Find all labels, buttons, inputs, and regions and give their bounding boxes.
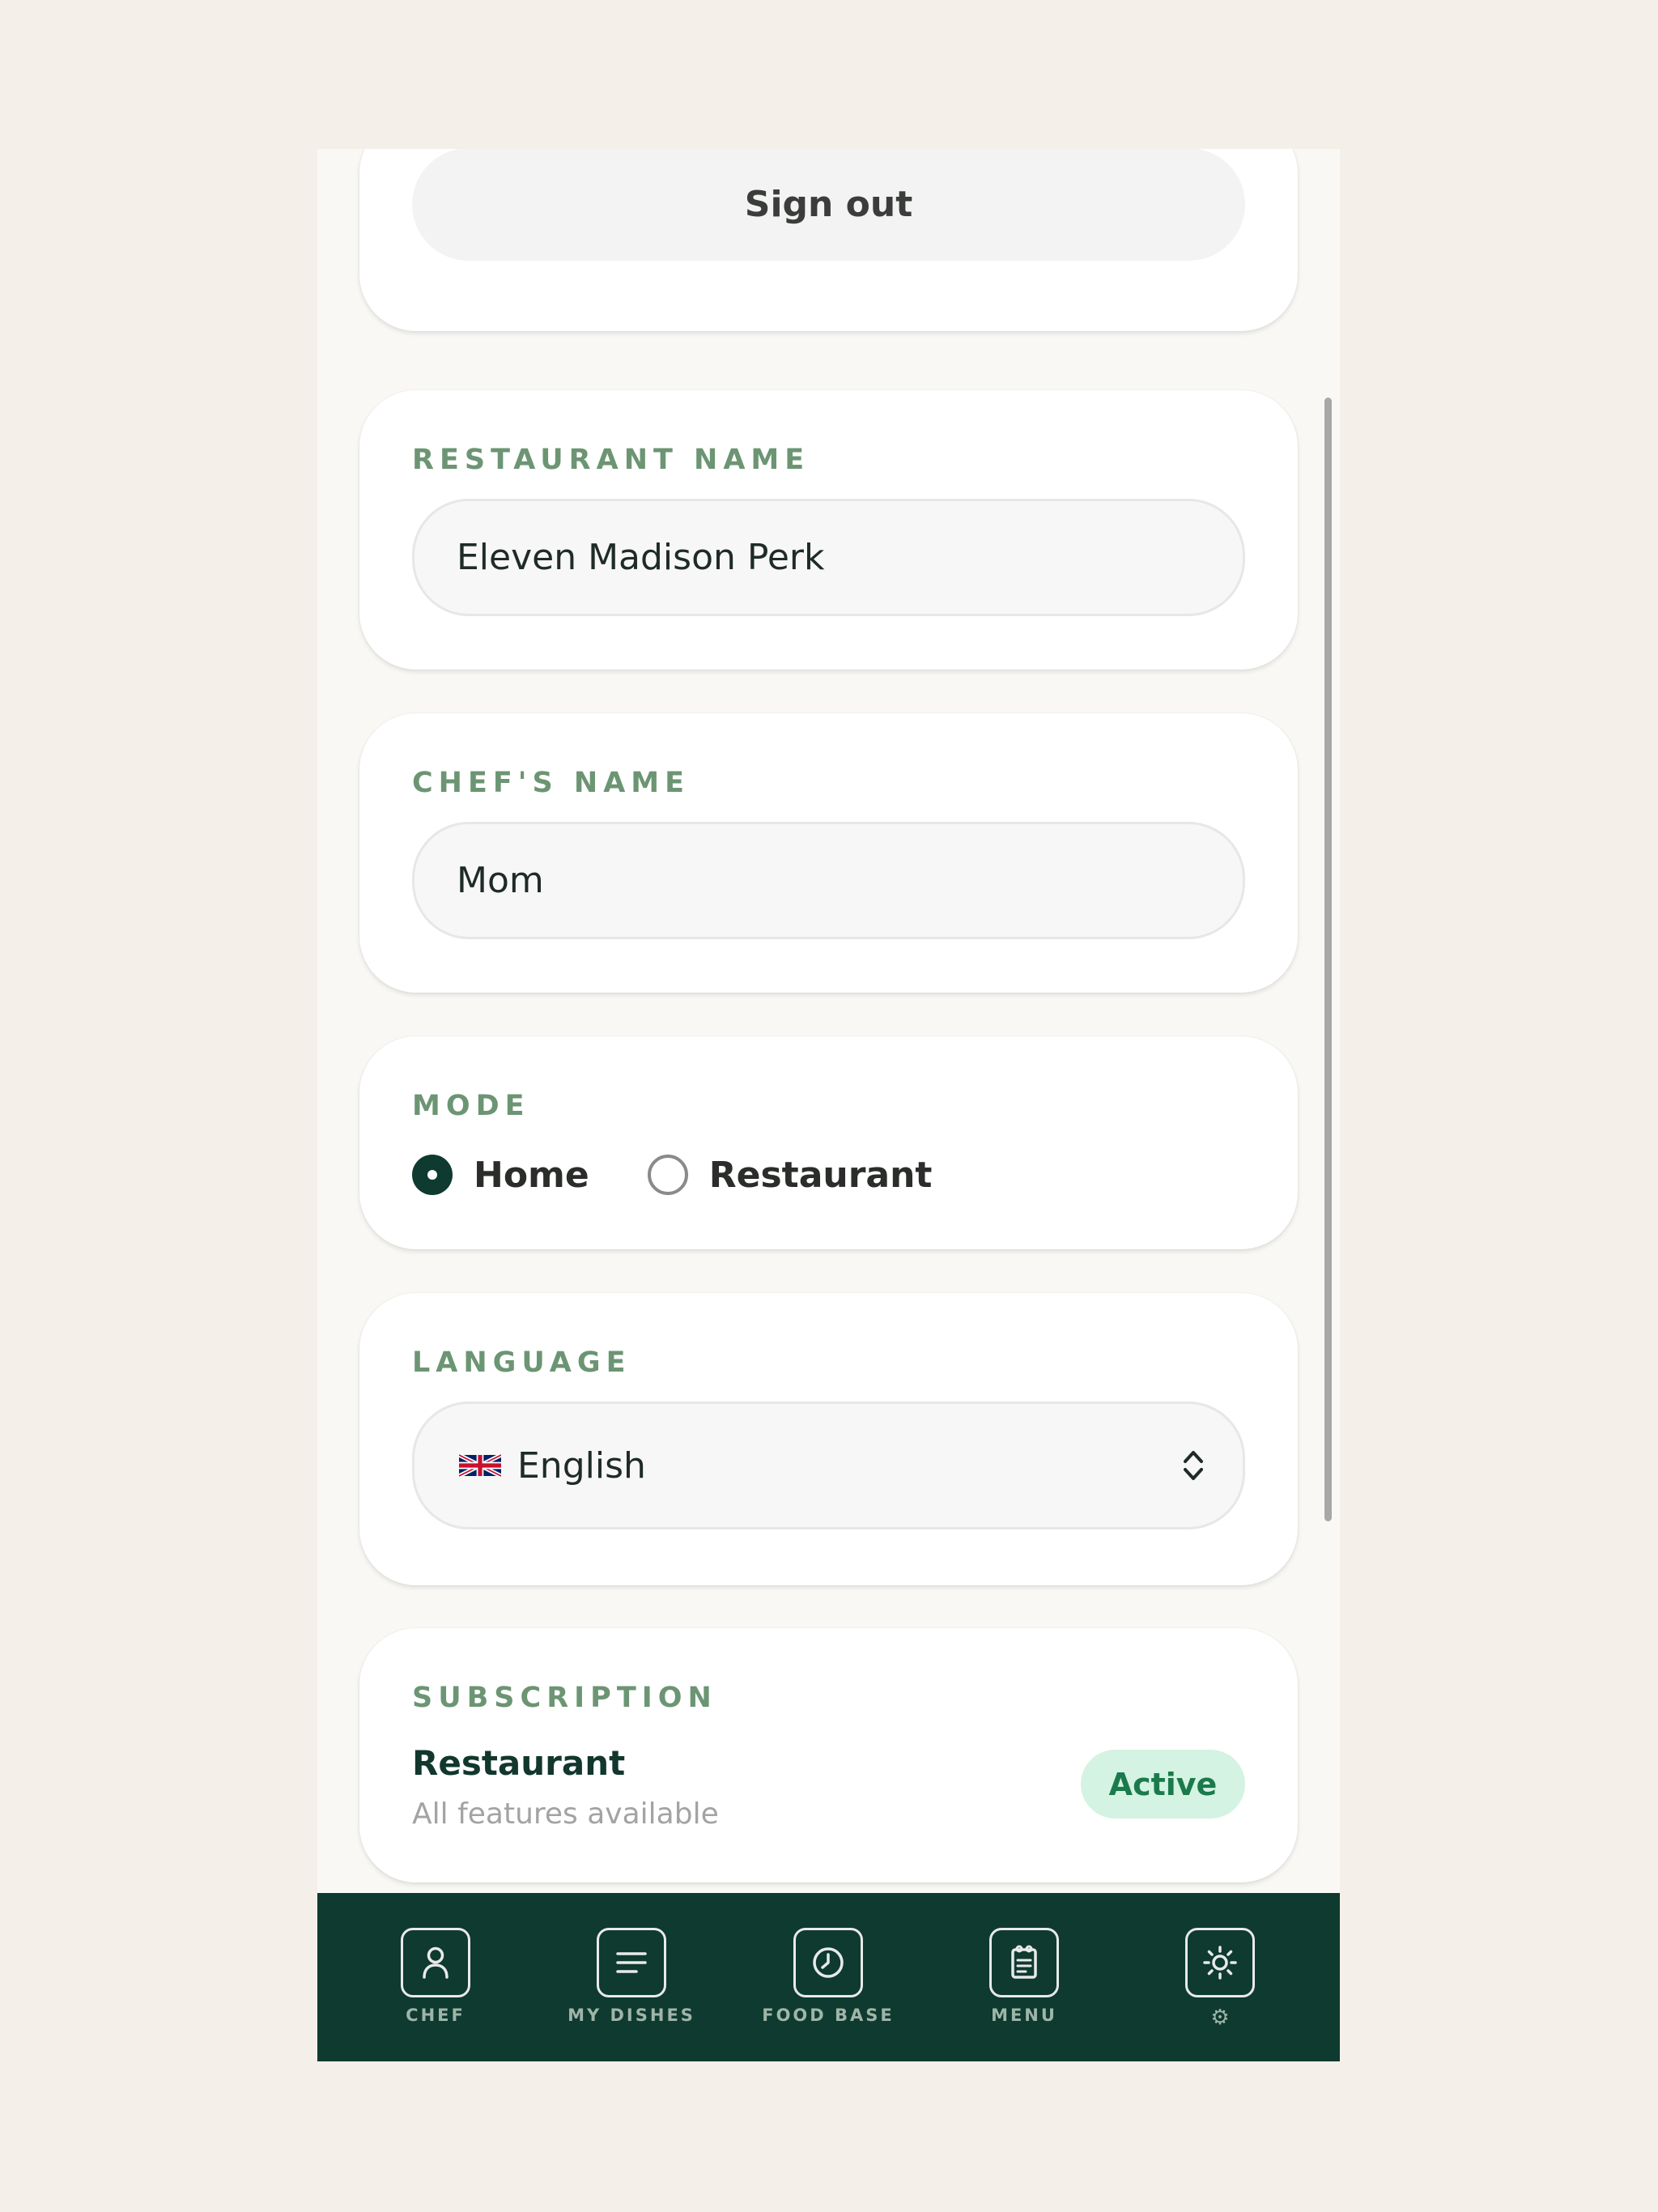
chef-name-value: Mom — [457, 860, 544, 901]
subscription-card: SUBSCRIPTION Restaurant All features ava… — [359, 1628, 1298, 1882]
language-select[interactable]: English — [412, 1402, 1245, 1529]
account-card: Sign out — [359, 149, 1298, 331]
restaurant-name-card: RESTAURANT NAME Eleven Madison Perk — [359, 390, 1298, 670]
radio-unchecked-icon[interactable] — [647, 1155, 688, 1195]
language-card: LANGUAGE English — [359, 1293, 1298, 1585]
subscription-description: All features available — [412, 1797, 719, 1831]
settings-screen: Sign out RESTAURANT NAME Eleven Madison … — [317, 149, 1340, 2061]
restaurant-name-input[interactable]: Eleven Madison Perk — [412, 499, 1245, 616]
tab-menu[interactable]: MENU — [926, 1893, 1122, 2061]
sun-icon — [1185, 1928, 1255, 1997]
mode-option-home[interactable]: Home — [412, 1155, 589, 1196]
tab-my-dishes[interactable]: MY DISHES — [534, 1893, 729, 2061]
tab-label: MY DISHES — [568, 2006, 695, 2025]
uk-flag-icon — [459, 1453, 501, 1478]
mode-option-label: Restaurant — [708, 1154, 933, 1196]
mode-card: MODE Home Restaurant — [359, 1036, 1298, 1249]
chef-name-input[interactable]: Mom — [412, 822, 1245, 939]
subscription-label: SUBSCRIPTION — [412, 1682, 717, 1714]
mode-radio-group: Home Restaurant — [412, 1151, 990, 1199]
chef-name-card: CHEF'S NAME Mom — [359, 713, 1298, 993]
language-value: English — [517, 1444, 646, 1487]
sign-out-button[interactable]: Sign out — [412, 149, 1245, 261]
tab-label: CHEF — [406, 2006, 466, 2025]
restaurant-name-value: Eleven Madison Perk — [457, 537, 825, 578]
mode-option-label: Home — [474, 1154, 589, 1196]
tab-food-base[interactable]: FOOD BASE — [730, 1893, 926, 2061]
person-icon — [401, 1928, 470, 1997]
clipboard-icon — [989, 1928, 1059, 1997]
status-badge: Active — [1081, 1750, 1245, 1819]
radio-checked-icon[interactable] — [412, 1155, 453, 1195]
list-icon — [597, 1928, 666, 1997]
chevron-up-down-icon — [1184, 1451, 1203, 1480]
gear-icon: ⚙ — [1210, 2006, 1230, 2030]
tab-label: FOOD BASE — [762, 2006, 895, 2025]
restaurant-name-label: RESTAURANT NAME — [412, 444, 810, 476]
scrollbar[interactable] — [1324, 398, 1332, 1521]
clock-icon — [793, 1928, 863, 1997]
chef-name-label: CHEF'S NAME — [412, 767, 691, 799]
tab-chef[interactable]: CHEF — [338, 1893, 534, 2061]
mode-option-restaurant[interactable]: Restaurant — [647, 1154, 933, 1196]
tab-label: MENU — [991, 2006, 1057, 2025]
bottom-tab-bar: CHEF MY DISHES FOOD BASE MENU ⚙ — [317, 1893, 1340, 2061]
subscription-plan: Restaurant — [412, 1743, 626, 1783]
language-label: LANGUAGE — [412, 1346, 631, 1379]
mode-label: MODE — [412, 1090, 530, 1122]
tab-settings[interactable]: ⚙ — [1122, 1893, 1318, 2061]
